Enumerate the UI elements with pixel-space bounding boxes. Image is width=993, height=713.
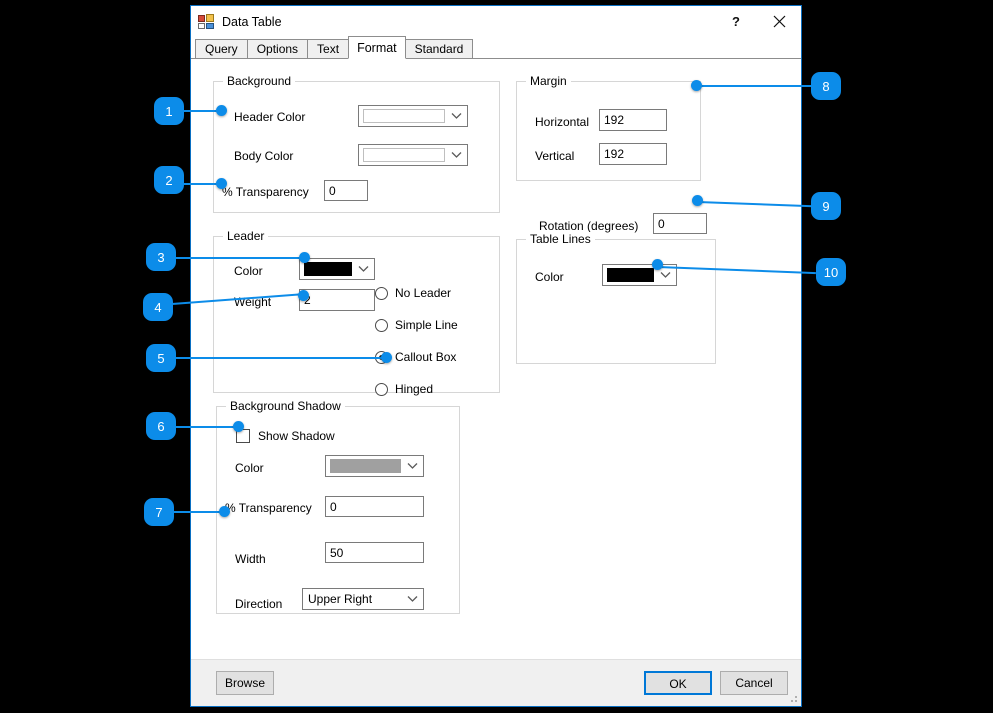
tab-format[interactable]: Format (348, 36, 406, 59)
shadow-direction-value: Upper Right (303, 592, 401, 606)
table-lines-color-label: Color (535, 270, 564, 284)
radio-hinged[interactable]: Hinged (375, 382, 433, 396)
margin-vertical-input[interactable]: 192 (599, 143, 667, 165)
body-color-label: Body Color (234, 149, 293, 163)
chevron-down-icon (401, 462, 423, 470)
radio-indicator (375, 319, 388, 332)
header-color-combo[interactable] (358, 105, 468, 127)
background-shadow-group: Background Shadow Show Shadow Color % Tr… (216, 406, 460, 614)
radio-indicator (375, 287, 388, 300)
help-icon: ? (732, 14, 740, 29)
chevron-down-icon (445, 151, 467, 159)
chevron-down-icon (352, 265, 374, 273)
leader-weight-input[interactable]: 2 (299, 289, 375, 311)
show-shadow-label: Show Shadow (258, 429, 335, 443)
table-lines-color-swatch (607, 268, 654, 282)
leader-color-combo[interactable] (299, 258, 375, 280)
radio-simple-line[interactable]: Simple Line (375, 318, 458, 332)
show-shadow-checkbox[interactable]: Show Shadow (236, 429, 335, 443)
data-table-dialog: Data Table ? Query Options Text Format S… (190, 5, 802, 707)
checkbox-indicator (236, 429, 250, 443)
shadow-color-swatch (330, 459, 401, 473)
annotation-badge-9: 9 (811, 192, 841, 220)
annotation-badge-10: 10 (816, 258, 846, 286)
browse-button[interactable]: Browse (216, 671, 274, 695)
dialog-footer: Browse OK Cancel (191, 659, 801, 706)
rotation-input[interactable]: 0 (653, 213, 707, 234)
table-lines-group-label: Table Lines (526, 232, 595, 246)
annotation-badge-7: 7 (144, 498, 174, 526)
body-color-swatch (363, 148, 445, 162)
annotation-badge-2: 2 (154, 166, 184, 194)
cancel-button[interactable]: Cancel (720, 671, 788, 695)
shadow-width-input[interactable]: 50 (325, 542, 424, 563)
chevron-down-icon (401, 595, 423, 603)
margin-group-label: Margin (526, 74, 571, 88)
annotation-badge-4: 4 (143, 293, 173, 321)
margin-vertical-label: Vertical (535, 149, 574, 163)
radio-label: Hinged (395, 382, 433, 396)
resize-grip-icon (787, 692, 799, 704)
data-table-icon (198, 14, 214, 30)
header-color-swatch (363, 109, 445, 123)
ok-button[interactable]: OK (644, 671, 712, 695)
radio-label: No Leader (395, 286, 451, 300)
shadow-transparency-input[interactable]: 0 (325, 496, 424, 517)
background-transparency-label: % Transparency (222, 185, 309, 199)
annotation-badge-3: 3 (146, 243, 176, 271)
background-transparency-input[interactable]: 0 (324, 180, 368, 201)
margin-group: Margin Horizontal 192 Vertical 192 (516, 81, 701, 181)
leader-weight-label: Weight (234, 295, 271, 309)
shadow-transparency-label: % Transparency (225, 501, 312, 515)
radio-label: Callout Box (395, 350, 456, 364)
dialog-body: Background Header Color Body Color % Tra… (191, 59, 801, 659)
radio-indicator (375, 383, 388, 396)
annotation-badge-5: 5 (146, 344, 176, 372)
help-button[interactable]: ? (715, 6, 757, 37)
close-button[interactable] (757, 6, 801, 37)
tab-text[interactable]: Text (307, 39, 349, 58)
radio-callout-box[interactable]: Callout Box (375, 350, 456, 364)
tab-standard[interactable]: Standard (405, 39, 474, 58)
close-icon (773, 15, 786, 28)
radio-no-leader[interactable]: No Leader (375, 286, 451, 300)
shadow-direction-label: Direction (235, 597, 282, 611)
chevron-down-icon (654, 271, 676, 279)
background-group-label: Background (223, 74, 295, 88)
background-group: Background Header Color Body Color % Tra… (213, 81, 500, 213)
shadow-direction-combo[interactable]: Upper Right (302, 588, 424, 610)
header-color-label: Header Color (234, 110, 305, 124)
leader-group: Leader Color Weight 2 No Leader Simple L (213, 236, 500, 393)
window-controls: ? (715, 6, 801, 37)
title-bar: Data Table ? (191, 6, 801, 37)
annotation-badge-1: 1 (154, 97, 184, 125)
leader-color-swatch (304, 262, 352, 276)
tab-strip: Query Options Text Format Standard (191, 37, 801, 59)
shadow-color-label: Color (235, 461, 264, 475)
tab-options[interactable]: Options (247, 39, 308, 58)
table-lines-group: Table Lines Color (516, 239, 716, 364)
radio-label: Simple Line (395, 318, 458, 332)
tab-query[interactable]: Query (195, 39, 248, 58)
body-color-combo[interactable] (358, 144, 468, 166)
window-title: Data Table (222, 15, 282, 29)
table-lines-color-combo[interactable] (602, 264, 677, 286)
leader-color-label: Color (234, 264, 263, 278)
radio-indicator (375, 351, 388, 364)
margin-horizontal-input[interactable]: 192 (599, 109, 667, 131)
margin-horizontal-label: Horizontal (535, 115, 589, 129)
screen: Data Table ? Query Options Text Format S… (0, 0, 993, 713)
rotation-label: Rotation (degrees) (539, 219, 638, 233)
shadow-color-combo[interactable] (325, 455, 424, 477)
leader-group-label: Leader (223, 229, 268, 243)
shadow-width-label: Width (235, 552, 266, 566)
chevron-down-icon (445, 112, 467, 120)
annotation-badge-8: 8 (811, 72, 841, 100)
background-shadow-group-label: Background Shadow (226, 399, 345, 413)
annotation-badge-6: 6 (146, 412, 176, 440)
